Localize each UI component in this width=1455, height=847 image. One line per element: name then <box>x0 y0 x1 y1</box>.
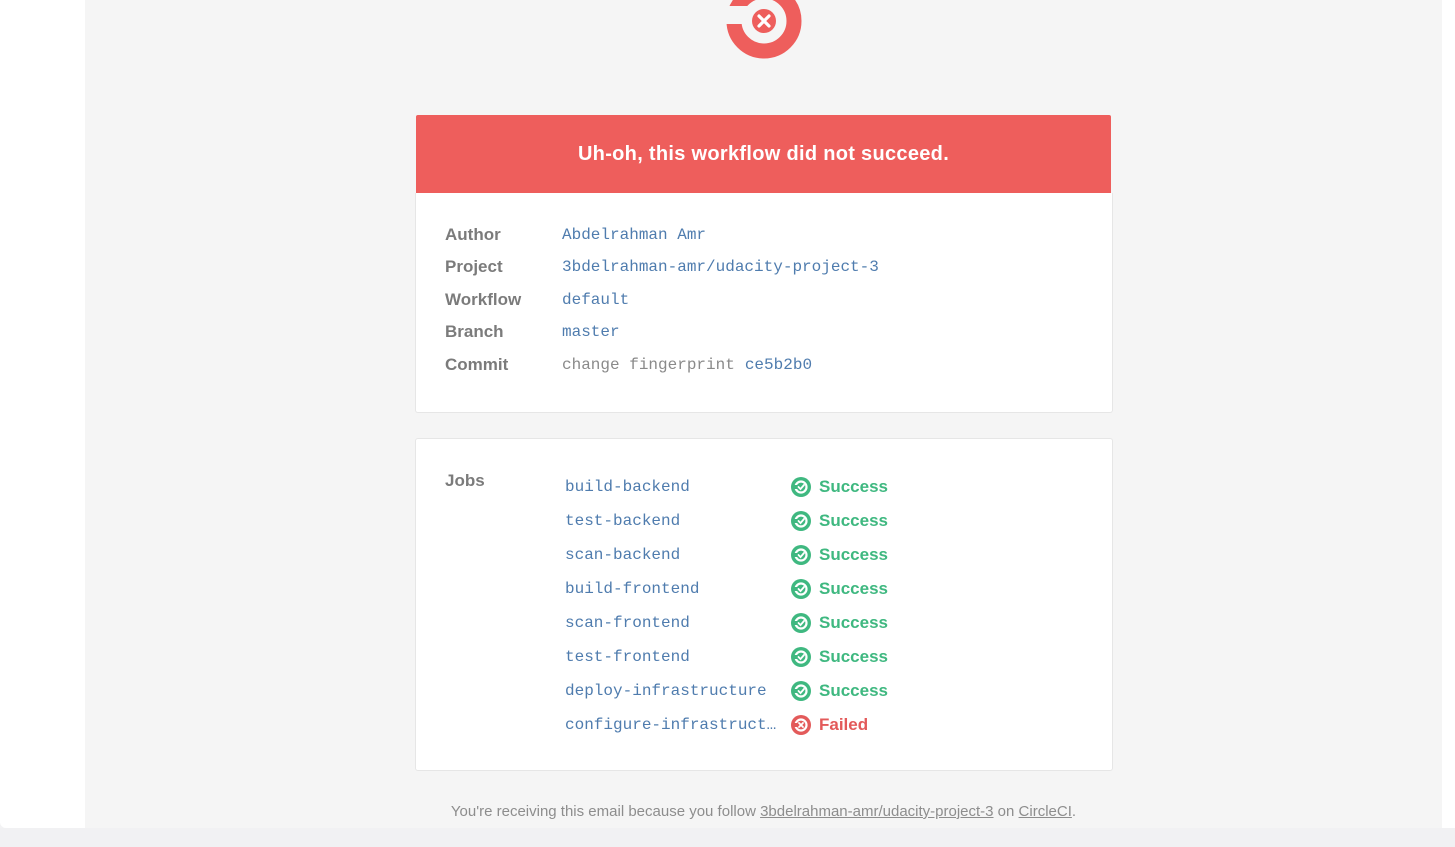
success-status-icon <box>791 681 811 701</box>
detail-label: Workflow <box>445 290 522 309</box>
email-content: Uh-oh, this workflow did not succeed. Au… <box>85 0 1442 828</box>
job-row: scan-frontend Success <box>565 611 888 635</box>
job-status-label: Success <box>819 647 888 666</box>
detail-label: Project <box>445 257 503 276</box>
job-row: build-backend Success <box>565 475 888 499</box>
job-row: test-frontend Success <box>565 645 888 669</box>
circleci-failed-logo-icon <box>725 0 802 59</box>
workflow-link[interactable]: default <box>562 291 629 309</box>
job-row: configure-infrastructure Failed <box>565 713 868 737</box>
job-name-link[interactable]: build-backend <box>565 478 777 496</box>
footer-middle: on <box>993 803 1019 820</box>
job-row: deploy-infrastructure Success <box>565 679 888 703</box>
commit-hash-link[interactable]: ce5b2b0 <box>745 356 812 374</box>
job-status-label: Success <box>819 545 888 564</box>
bottom-strip <box>0 828 1455 847</box>
job-name-link[interactable]: build-frontend <box>565 580 777 598</box>
failed-status-icon <box>791 715 811 735</box>
job-name-link[interactable]: configure-infrastructure <box>565 716 777 734</box>
commit-message: change fingerprint <box>562 356 735 374</box>
job-name-link[interactable]: scan-frontend <box>565 614 777 632</box>
job-status-label: Success <box>819 681 888 700</box>
job-status-success: Success <box>791 579 888 599</box>
footer-prefix: You're receiving this email because you … <box>450 803 761 820</box>
job-status-label: Success <box>819 613 888 632</box>
left-pane <box>0 0 85 828</box>
detail-row-workflow: Workflow default <box>445 288 629 312</box>
jobs-label: Jobs <box>445 471 485 490</box>
success-status-icon <box>791 613 811 633</box>
job-status-success: Success <box>791 613 888 633</box>
job-name-link[interactable]: scan-backend <box>565 546 777 564</box>
job-row: scan-backend Success <box>565 543 888 567</box>
job-row: build-frontend Success <box>565 577 888 601</box>
detail-label: Commit <box>445 355 509 374</box>
success-status-icon <box>791 647 811 667</box>
footer-circleci-link[interactable]: CircleCI <box>1019 803 1072 820</box>
success-status-icon <box>791 579 811 599</box>
job-name-link[interactable]: test-frontend <box>565 648 777 666</box>
banner-title: Uh-oh, this workflow did not succeed. <box>577 142 950 165</box>
detail-row-branch: Branch master <box>445 320 620 344</box>
job-status-success: Success <box>791 511 888 531</box>
project-link[interactable]: 3bdelrahman-amr/udacity-project-3 <box>562 258 879 276</box>
job-status-label: Success <box>819 511 888 530</box>
right-scroll-strip <box>1442 0 1455 828</box>
detail-label: Author <box>445 225 501 244</box>
job-status-success: Success <box>791 545 888 565</box>
success-status-icon <box>791 477 811 497</box>
detail-row-commit: Commit change fingerprint ce5b2b0 <box>445 353 812 377</box>
success-status-icon <box>791 511 811 531</box>
workflow-details-card: Author Abdelrahman Amr Project 3bdelrahm… <box>415 193 1113 413</box>
job-status-failed: Failed <box>791 715 868 735</box>
jobs-card: Jobs build-backend Success test-backend Suc… <box>415 438 1113 771</box>
job-name-link[interactable]: deploy-infrastructure <box>565 682 777 700</box>
author-value[interactable]: Abdelrahman Amr <box>562 226 706 244</box>
email-footer: You're receiving this email because you … <box>85 803 1442 820</box>
job-status-success: Success <box>791 647 888 667</box>
success-status-icon <box>791 545 811 565</box>
job-status-success: Success <box>791 477 888 497</box>
footer-suffix: . <box>1071 803 1077 820</box>
footer-project-link[interactable]: 3bdelrahman-amr/udacity-project-3 <box>760 803 993 820</box>
job-status-success: Success <box>791 681 888 701</box>
job-name-link[interactable]: test-backend <box>565 512 777 530</box>
detail-row-project: Project 3bdelrahman-amr/udacity-project-… <box>445 255 879 279</box>
job-row: test-backend Success <box>565 509 888 533</box>
job-status-label: Success <box>819 579 888 598</box>
detail-row-author: Author Abdelrahman Amr <box>445 223 706 247</box>
job-status-label: Failed <box>819 715 869 734</box>
workflow-failed-banner: Uh-oh, this workflow did not succeed. <box>416 115 1111 193</box>
branch-link[interactable]: master <box>562 323 620 341</box>
detail-label: Branch <box>445 322 504 341</box>
job-status-label: Success <box>819 477 888 496</box>
